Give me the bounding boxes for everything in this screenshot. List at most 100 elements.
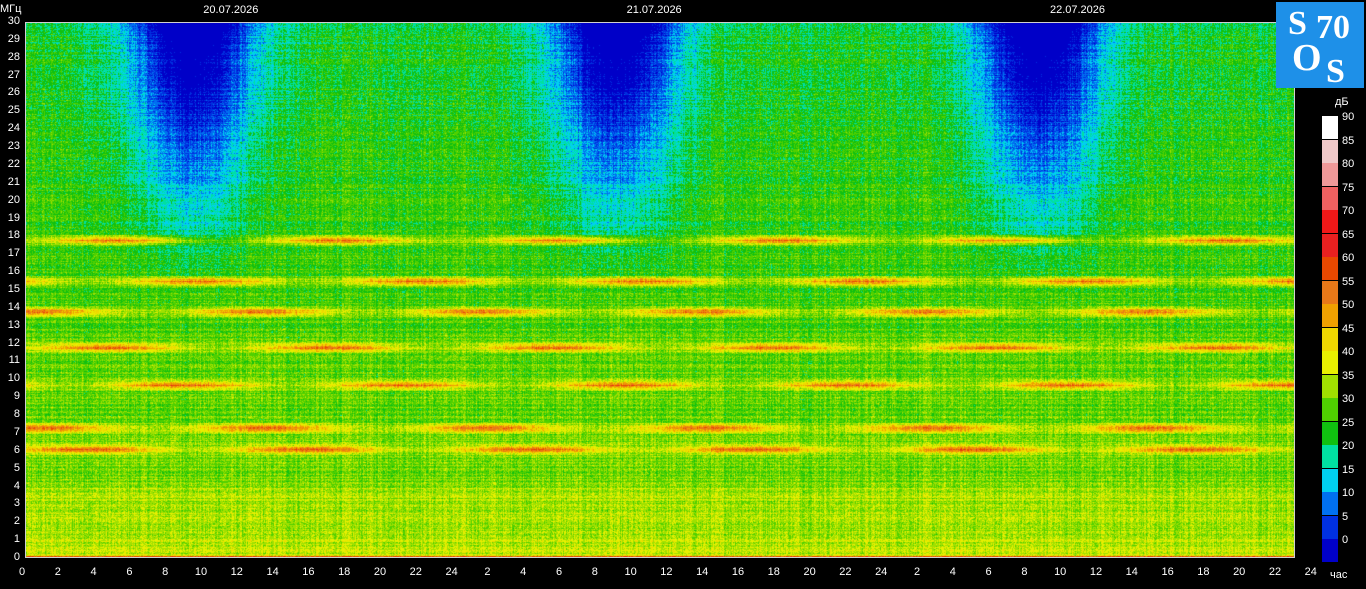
colorbar-swatch (1322, 492, 1338, 515)
colorbar-tick-label: 75 (1342, 181, 1355, 194)
colorbar-swatch (1322, 163, 1338, 186)
y-tick-label: 19 (7, 211, 20, 224)
y-tick-label: 14 (7, 300, 20, 313)
y-tick-label: 8 (13, 408, 20, 421)
colorbar-tick-label: 60 (1342, 252, 1355, 264)
colorbar-tick-label: 50 (1342, 299, 1355, 311)
x-tick-label: 6 (555, 566, 563, 578)
x-tick-label: 2 (484, 566, 491, 578)
y-tick-label: 16 (7, 265, 20, 278)
y-tick-label: 15 (7, 283, 20, 295)
logo-o: O (1292, 37, 1322, 79)
x-tick-label: 20 (373, 566, 387, 578)
logo-s-bottom: S (1326, 53, 1345, 88)
y-tick-label: 17 (7, 247, 20, 260)
y-tick-label: 12 (7, 336, 20, 349)
colorbar-tick-label: 90 (1342, 111, 1355, 123)
y-tick-label: 6 (13, 443, 20, 456)
x-tick-label: 8 (1021, 566, 1028, 578)
x-tick-label: 20 (803, 566, 816, 578)
colorbar-swatch (1322, 186, 1338, 210)
colorbar-swatch (1322, 468, 1338, 492)
x-tick-label: 14 (266, 566, 279, 578)
colorbar-swatch (1322, 257, 1338, 280)
y-tick-label: 1 (13, 533, 20, 546)
colorbar-swatch (1322, 304, 1338, 327)
x-tick-label: 24 (1304, 566, 1317, 578)
x-tick-label: 22 (409, 566, 422, 578)
x-tick-label: 4 (520, 566, 527, 578)
y-axis-label: МГц (0, 3, 22, 15)
colorbar-tick-label: 0 (1342, 534, 1349, 546)
x-tick-label: 4 (949, 566, 956, 578)
y-tick-label: 22 (7, 157, 20, 170)
colorbar-swatch (1322, 139, 1338, 163)
y-tick-label: 11 (8, 354, 20, 367)
colorbar-swatch (1322, 515, 1338, 539)
y-tick-label: 4 (13, 479, 20, 492)
y-tick-label: 27 (7, 68, 20, 81)
x-tick-label: 0 (18, 566, 26, 578)
colorbar-tick-label: 35 (1342, 369, 1355, 382)
y-tick-label: 9 (13, 390, 20, 403)
x-axis-label: час (1330, 569, 1348, 581)
x-tick-label: 2 (913, 566, 921, 578)
x-tick-label: 10 (1054, 566, 1067, 578)
x-tick-label: 14 (1125, 566, 1138, 578)
y-tick-label: 7 (13, 425, 20, 438)
colorbar-swatch (1322, 374, 1338, 398)
colorbar-tick-label: 65 (1342, 228, 1355, 241)
x-tick-label: 12 (230, 566, 243, 578)
x-tick-label: 10 (194, 566, 208, 578)
y-tick-label: 21 (7, 175, 20, 188)
y-tick-label: 10 (7, 372, 20, 385)
colorbar-tick-label: 5 (1342, 510, 1349, 523)
y-tick-label: 25 (7, 104, 20, 117)
x-tick-label: 20 (1233, 566, 1246, 578)
x-tick-label: 12 (660, 566, 673, 578)
x-tick-label: 10 (624, 566, 637, 578)
sos70-logo: S 70 O S (1276, 2, 1364, 88)
colorbar-tick-label: 85 (1342, 134, 1355, 147)
x-tick-label: 24 (875, 566, 888, 578)
colorbar-tick-label: 45 (1342, 322, 1355, 335)
colorbar-swatch (1322, 327, 1338, 351)
colorbar-tick-label: 70 (1342, 205, 1355, 217)
colorbar-swatch (1322, 280, 1338, 304)
x-tick-label: 22 (1268, 566, 1282, 578)
x-tick-label: 16 (731, 566, 745, 578)
colorbar-swatch (1322, 539, 1338, 562)
x-tick-label: 6 (126, 566, 133, 578)
colorbar-tick-label: 80 (1342, 158, 1355, 170)
y-tick-label: 3 (13, 497, 20, 510)
colorbar-tick-label: 15 (1342, 463, 1355, 476)
date-label: 21.07.2026 (626, 4, 682, 16)
y-tick-label: 5 (13, 461, 20, 474)
colorbar-swatch (1322, 398, 1338, 421)
y-tick-label: 30 (7, 15, 20, 27)
x-tick-label: 18 (338, 566, 351, 578)
colorbar-swatch (1322, 233, 1338, 257)
colorbar-swatch (1322, 210, 1338, 233)
x-tick-label: 18 (1197, 566, 1210, 578)
x-tick-label: 18 (767, 566, 780, 578)
y-tick-label: 23 (7, 140, 20, 153)
colorbar-tick-label: 25 (1342, 416, 1355, 429)
date-label: 22.07.2026 (1049, 4, 1106, 16)
spectrogram-heatmap (25, 22, 1295, 558)
x-tick-label: 16 (1161, 566, 1174, 578)
y-tick-label: 0 (13, 551, 20, 563)
y-tick-label: 26 (7, 86, 20, 99)
date-label: 20.07.2026 (203, 4, 259, 16)
colorbar-swatch (1322, 351, 1338, 374)
y-tick-label: 28 (7, 50, 20, 63)
colorbar-tick-label: 55 (1342, 275, 1355, 288)
x-tick-label: 12 (1089, 566, 1103, 578)
x-tick-label: 8 (162, 566, 169, 578)
x-tick-label: 8 (591, 566, 598, 578)
colorbar-tick-label: 40 (1342, 346, 1355, 358)
colorbar-tick-label: 10 (1342, 487, 1355, 499)
x-tick-label: 24 (445, 566, 458, 578)
x-tick-label: 16 (302, 566, 315, 578)
colorbar-swatch (1322, 445, 1338, 468)
